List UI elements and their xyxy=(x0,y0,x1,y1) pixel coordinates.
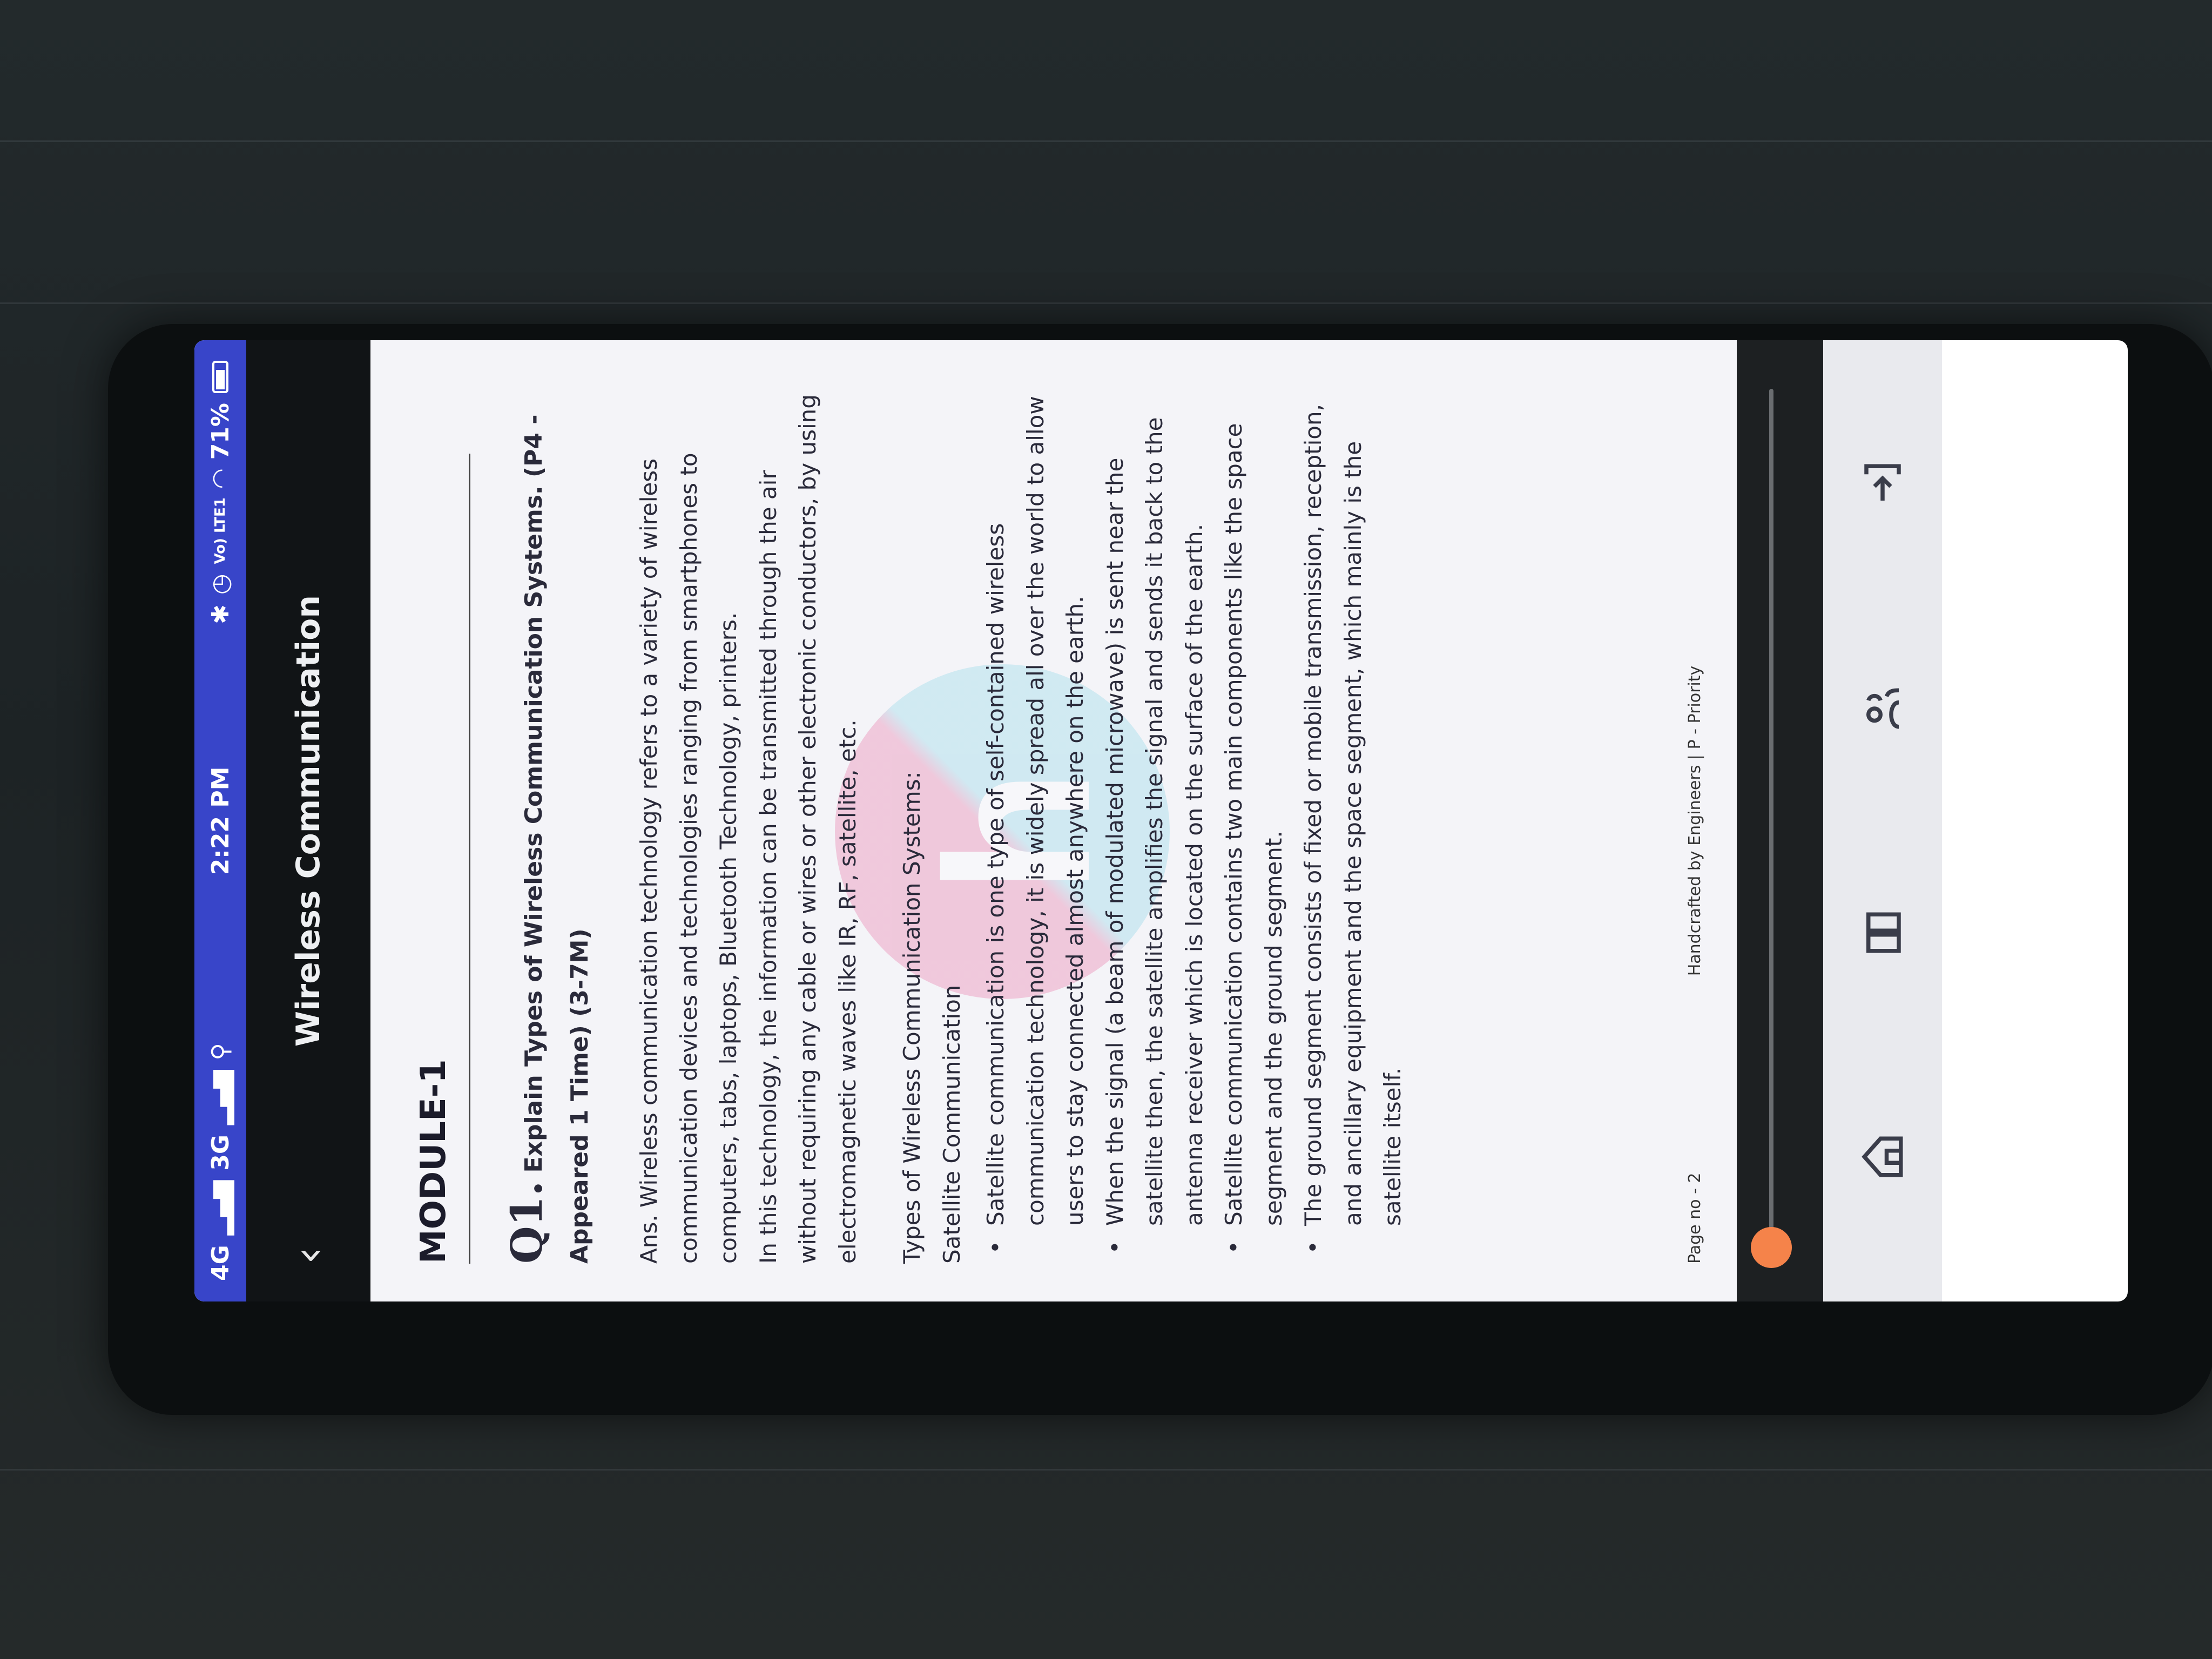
share-button[interactable] xyxy=(1845,671,1920,747)
phone-screen: 4G ▂▄▆ 3G ▂▄▆ ⚲ 2:22 PM ✱ ◷ Vo) LTE1 ◠ 7… xyxy=(194,340,2128,1301)
answer-paragraph: Ans. Wireless communication technology r… xyxy=(629,378,867,1264)
paper-line xyxy=(0,1469,2212,1471)
paper-line xyxy=(0,140,2212,142)
page-scrubber[interactable] xyxy=(1737,340,1823,1301)
types-heading: Types of Wireless Communication Systems: xyxy=(899,771,926,1264)
home-icon xyxy=(1862,1137,1903,1177)
bullet-list: Satellite communication is one type of s… xyxy=(976,378,1413,1264)
answer-line: In this technology, the information can … xyxy=(754,394,861,1264)
module-heading: MODULE-1 xyxy=(414,454,470,1264)
download-icon xyxy=(1864,464,1901,501)
list-item: Satellite communication is one type of s… xyxy=(976,378,1095,1264)
question-number: Q1. xyxy=(501,1181,552,1264)
document-page[interactable]: h MODULE-1 Q1. Explain Types of Wireless… xyxy=(370,340,1737,1301)
list-item: Satellite communication contains two mai… xyxy=(1214,378,1293,1264)
signal-icon: ▂▄▆ xyxy=(206,1070,234,1125)
scrubber-track[interactable] xyxy=(1769,389,1773,1253)
book-icon xyxy=(1866,913,1901,953)
answer-line: Ans. Wireless communication technology r… xyxy=(636,453,742,1264)
network2-label: 3G xyxy=(206,1135,234,1171)
page-title: Wireless Communication xyxy=(289,595,327,1047)
paper-line xyxy=(0,302,2212,304)
network-label: 4G xyxy=(206,1245,234,1281)
bluetooth-icon: ✱ xyxy=(206,604,234,624)
list-item: When the signal (a beam of modulated mic… xyxy=(1095,378,1215,1264)
home-button[interactable] xyxy=(1845,1120,1920,1195)
usb-icon: ⚲ xyxy=(206,1043,234,1061)
question-text: Explain Types of Wireless Communication … xyxy=(520,414,594,1264)
signal-icon: ▂▄▆ xyxy=(206,1180,234,1236)
bottom-nav xyxy=(1823,340,1942,1301)
battery-label: 71% xyxy=(206,403,234,460)
list-item: The ground segment consists of fixed or … xyxy=(1293,378,1413,1264)
book-button[interactable] xyxy=(1845,895,1920,971)
lte-label: Vo) LTE1 xyxy=(212,497,228,564)
battery-icon xyxy=(212,361,228,393)
desk-background: 4G ▂▄▆ 3G ▂▄▆ ⚲ 2:22 PM ✱ ◷ Vo) LTE1 ◠ 7… xyxy=(0,0,2212,1659)
alarm-icon: ◷ xyxy=(206,574,234,595)
status-bar: 4G ▂▄▆ 3G ▂▄▆ ⚲ 2:22 PM ✱ ◷ Vo) LTE1 ◠ 7… xyxy=(194,340,246,1301)
scrubber-thumb[interactable] xyxy=(1751,1227,1792,1268)
types-section: Types of Wireless Communication Systems:… xyxy=(892,378,1413,1264)
people-icon xyxy=(1866,689,1899,729)
subheading: Satellite Communication xyxy=(938,984,965,1264)
question: Q1. Explain Types of Wireless Communicat… xyxy=(492,378,599,1264)
footer-credit: Handcrafted by Engineers | P - Priority xyxy=(1685,665,1704,976)
app-header: ‹ Wireless Communication xyxy=(246,340,370,1301)
wifi-icon: ◠ xyxy=(206,469,234,488)
download-button[interactable] xyxy=(1845,447,1920,523)
